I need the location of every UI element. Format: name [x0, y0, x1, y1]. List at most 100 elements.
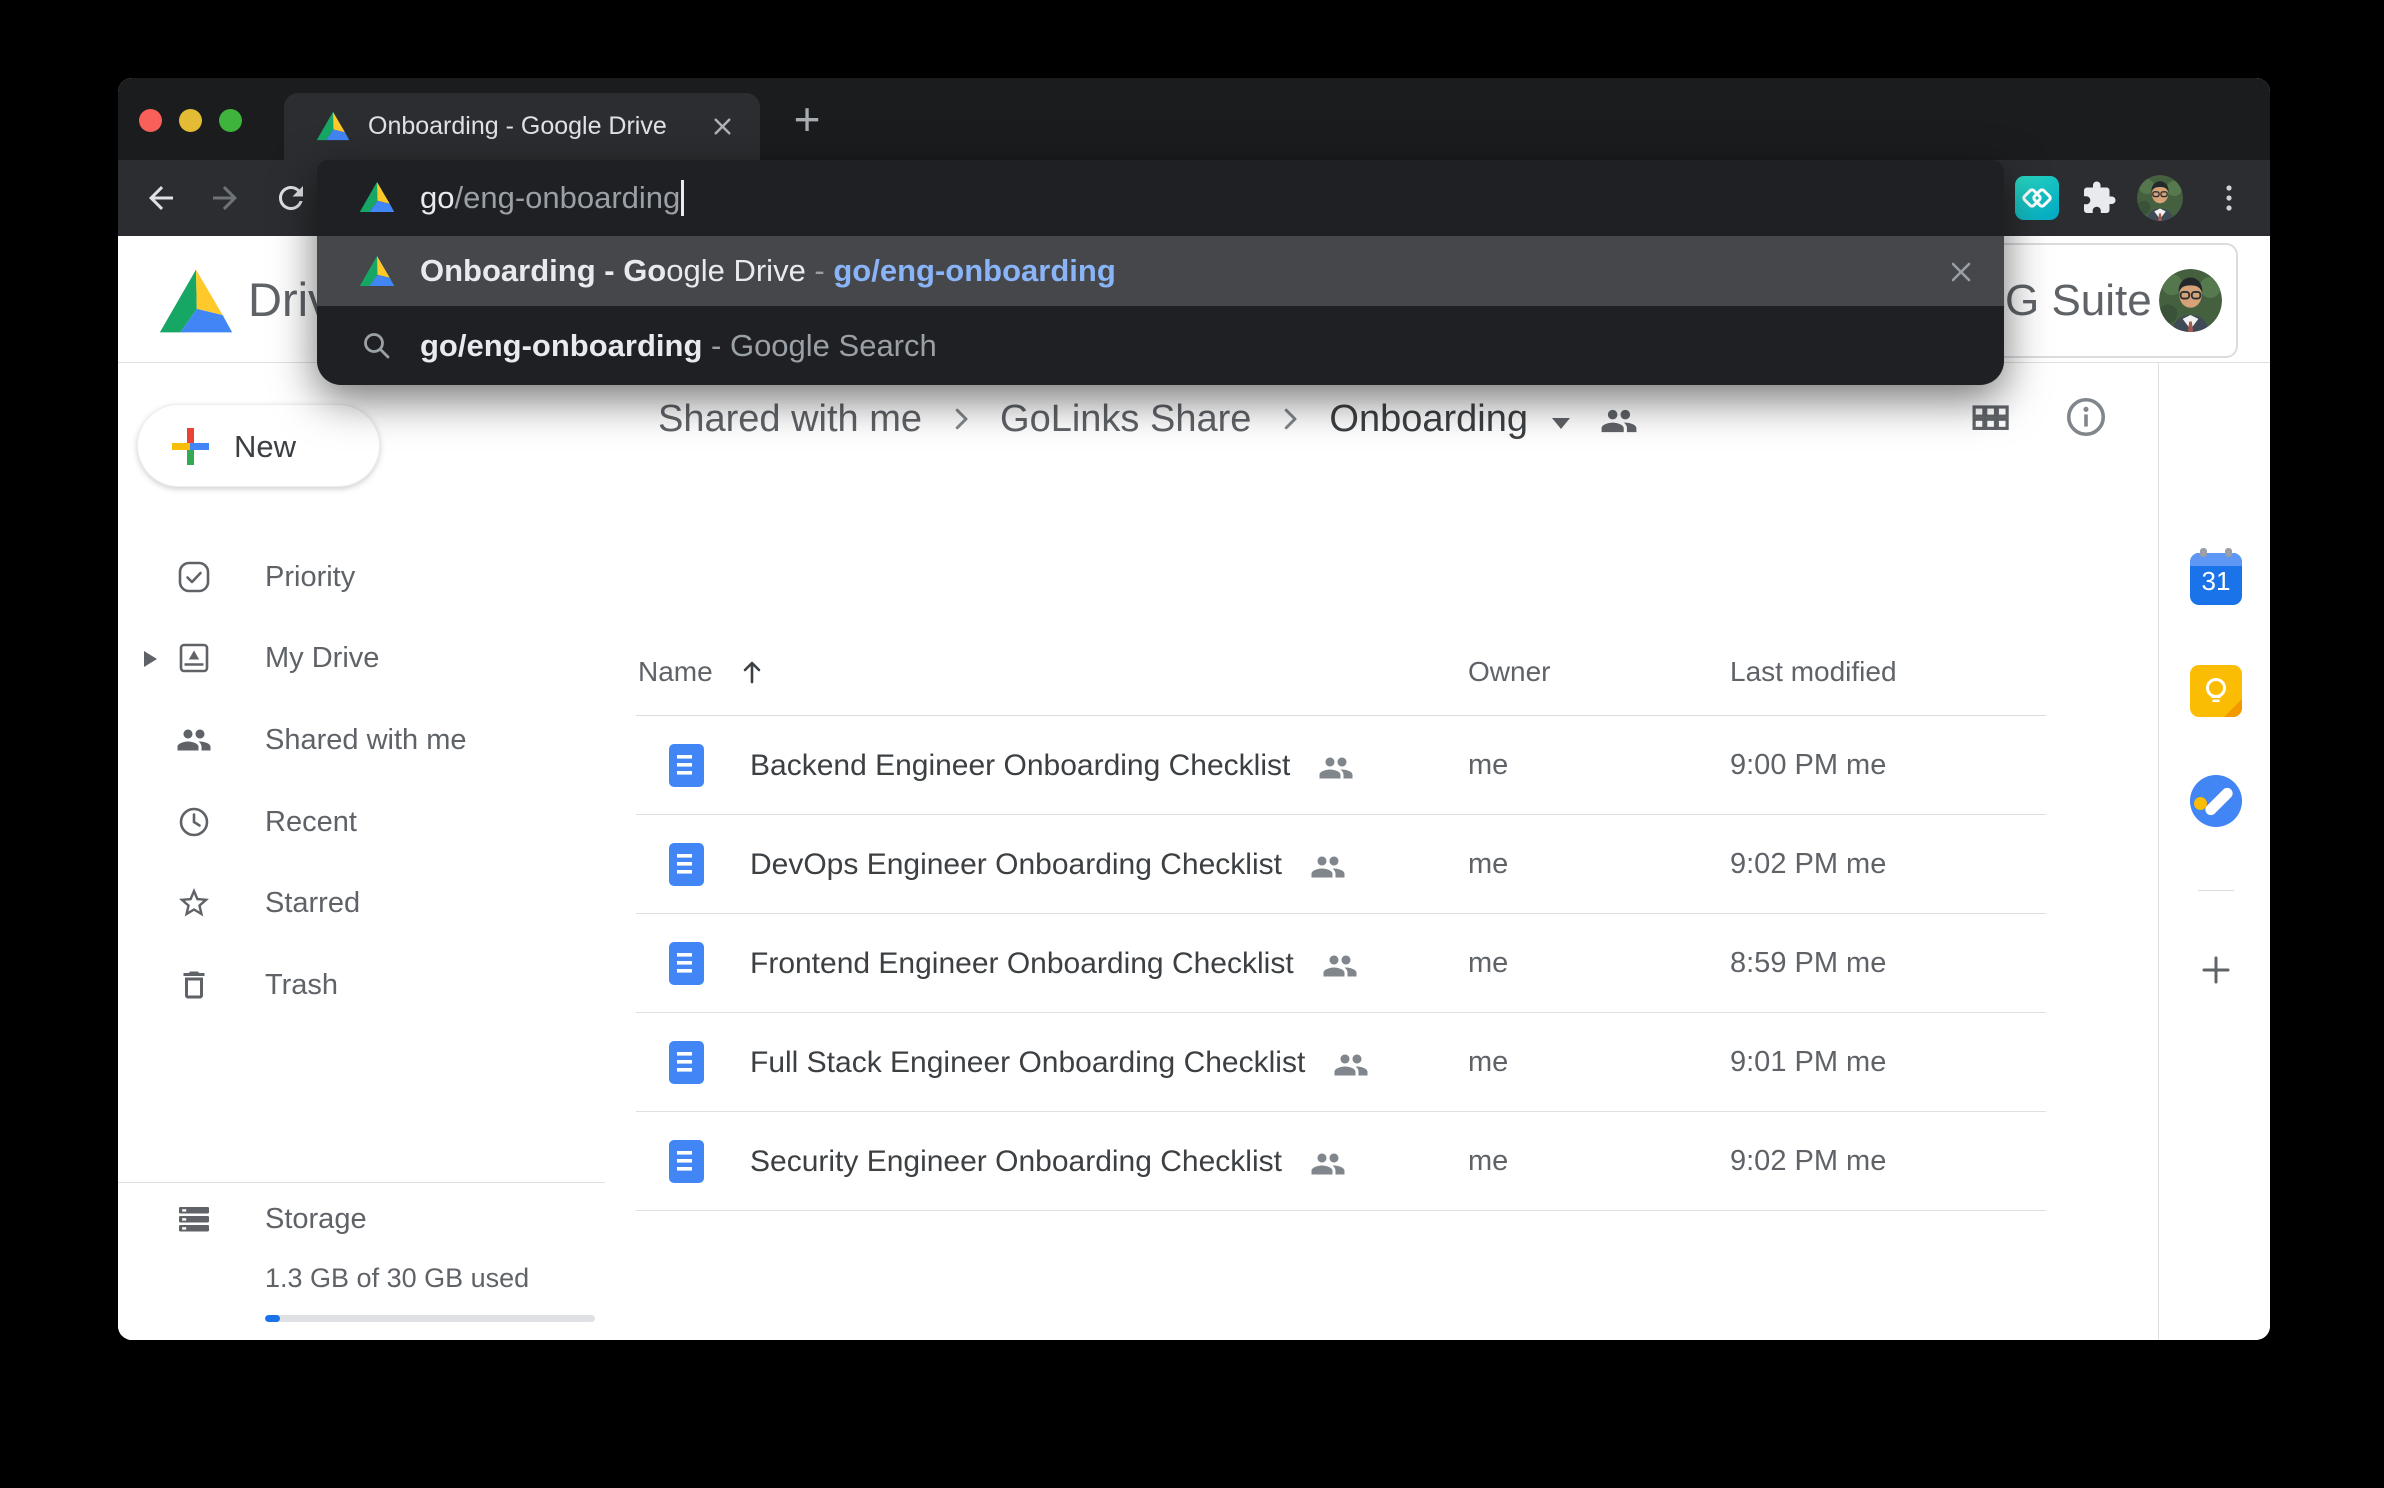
omnibox-input[interactable]: go/eng-onboarding: [420, 160, 684, 236]
drive-sidebar: New Priority My Drive: [118, 363, 605, 1340]
sidebar-item-trash[interactable]: Trash: [118, 952, 605, 1018]
close-window-button[interactable]: [139, 109, 162, 132]
remove-suggestion-icon[interactable]: [1944, 255, 1978, 289]
browser-menu-icon[interactable]: [2216, 180, 2242, 216]
clock-icon: [176, 804, 212, 840]
sidebar-item-starred[interactable]: Starred: [118, 870, 605, 936]
forward-icon[interactable]: [207, 180, 243, 216]
file-owner: me: [1468, 914, 1508, 1013]
drive-page: Drive G Suite New: [118, 236, 2270, 1340]
search-icon: [359, 328, 395, 364]
suggestion-title-rest: ogle Drive: [666, 253, 806, 289]
drive-favicon-icon: [316, 111, 350, 141]
suggestion-url: go/eng-onboarding: [833, 253, 1115, 289]
file-modified: 9:02 PM me: [1730, 815, 1886, 914]
rail-divider: [2198, 890, 2234, 891]
suggestion-query: go/eng-onboarding: [420, 328, 702, 364]
file-row[interactable]: Full Stack Engineer Onboarding Checklist…: [636, 1013, 2046, 1112]
reload-icon[interactable]: [273, 180, 309, 216]
golinks-extension-icon[interactable]: [2015, 176, 2059, 220]
suggestion-drive-result[interactable]: Onboarding - Google Drive - go/eng-onboa…: [317, 236, 2004, 306]
omnibox[interactable]: go/eng-onboarding: [317, 160, 2004, 236]
browser-tab[interactable]: Onboarding - Google Drive: [284, 93, 760, 160]
file-owner: me: [1468, 1013, 1508, 1112]
file-row[interactable]: Frontend Engineer Onboarding Checklist m…: [636, 914, 2046, 1013]
shared-indicator-icon: [1310, 1146, 1346, 1182]
shared-indicator-icon: [1322, 948, 1358, 984]
drive-logo-icon[interactable]: [158, 268, 234, 334]
sidebar-item-label: Recent: [265, 789, 357, 855]
my-drive-icon: [176, 640, 212, 676]
sidebar-item-shared-with-me[interactable]: Shared with me: [118, 707, 605, 773]
new-tab-button[interactable]: +: [782, 88, 832, 150]
info-icon[interactable]: [2063, 394, 2109, 440]
file-list: Name Owner Last modified Backend Enginee…: [636, 363, 2046, 1213]
file-name: Frontend Engineer Onboarding Checklist: [750, 947, 1294, 981]
google-docs-icon: [669, 942, 704, 985]
suggestion-engine: Google Search: [730, 328, 937, 364]
sidebar-item-label: Shared with me: [265, 707, 467, 773]
column-header-modified[interactable]: Last modified: [1730, 628, 1897, 716]
storage-usage-text: 1.3 GB of 30 GB used: [265, 1263, 529, 1294]
file-owner: me: [1468, 1112, 1508, 1211]
sidebar-item-recent[interactable]: Recent: [118, 789, 605, 855]
google-docs-icon: [669, 843, 704, 886]
file-name: DevOps Engineer Onboarding Checklist: [750, 848, 1282, 882]
tab-close-icon[interactable]: [709, 113, 736, 140]
new-button-label: New: [234, 405, 296, 488]
suggestion-google-search[interactable]: go/eng-onboarding - Google Search: [317, 306, 2004, 385]
file-owner: me: [1468, 815, 1508, 914]
text-caret: [681, 180, 684, 216]
file-modified: 9:01 PM me: [1730, 1013, 1886, 1112]
shared-people-icon: [176, 722, 212, 758]
keep-icon[interactable]: [2190, 665, 2242, 717]
gsuite-label: G Suite: [2005, 245, 2152, 356]
sort-ascending-icon[interactable]: [736, 656, 768, 688]
browser-window: Onboarding - Google Drive +: [118, 78, 2270, 1340]
file-modified: 8:59 PM me: [1730, 914, 1886, 1013]
column-header-owner[interactable]: Owner: [1468, 628, 1550, 716]
add-addon-plus-icon[interactable]: [2196, 950, 2236, 990]
sidebar-item-label: Priority: [265, 544, 355, 610]
file-modified: 9:00 PM me: [1730, 716, 1886, 815]
google-docs-icon: [669, 744, 704, 787]
file-name: Security Engineer Onboarding Checklist: [750, 1145, 1282, 1179]
file-name: Full Stack Engineer Onboarding Checklist: [750, 1046, 1305, 1080]
zoom-window-button[interactable]: [219, 109, 242, 132]
storage-progress-fill: [265, 1315, 280, 1322]
calendar-icon[interactable]: 31: [2190, 553, 2242, 605]
expand-arrow-icon[interactable]: [144, 651, 157, 667]
sidebar-divider: [118, 1182, 605, 1183]
file-row[interactable]: Security Engineer Onboarding Checklist m…: [636, 1112, 2046, 1211]
column-header-name[interactable]: Name: [638, 628, 713, 716]
tasks-icon[interactable]: [2190, 775, 2242, 827]
new-button[interactable]: New: [137, 404, 380, 487]
suggestion-title-match: Onboarding - Go: [420, 253, 666, 289]
file-row[interactable]: DevOps Engineer Onboarding Checklist me …: [636, 815, 2046, 914]
tab-title: Onboarding - Google Drive: [368, 93, 667, 160]
desktop: Onboarding - Google Drive +: [0, 0, 2384, 1488]
file-modified: 9:02 PM me: [1730, 1112, 1886, 1211]
file-row[interactable]: Backend Engineer Onboarding Checklist me…: [636, 716, 2046, 815]
sidebar-item-my-drive[interactable]: My Drive: [118, 625, 605, 691]
table-header: Name Owner Last modified: [636, 628, 2046, 716]
omnibox-dropdown: go/eng-onboarding Onboarding - Google Dr…: [317, 160, 2004, 385]
sidebar-item-label: Starred: [265, 870, 360, 936]
shared-indicator-icon: [1333, 1047, 1369, 1083]
shared-indicator-icon: [1318, 750, 1354, 786]
extensions-puzzle-icon[interactable]: [2081, 180, 2117, 216]
back-icon[interactable]: [143, 180, 179, 216]
sidebar-item-priority[interactable]: Priority: [118, 544, 605, 610]
multicolor-plus-icon: [170, 426, 211, 467]
file-owner: me: [1468, 716, 1508, 815]
storage-progress: [265, 1315, 595, 1322]
star-icon: [176, 885, 212, 921]
storage-icon: [176, 1201, 212, 1237]
shared-indicator-icon: [1310, 849, 1346, 885]
account-avatar[interactable]: [2159, 269, 2222, 332]
gsuite-account-box: G Suite: [1985, 243, 2238, 358]
sidebar-item-storage[interactable]: Storage: [118, 1186, 605, 1252]
browser-profile-avatar[interactable]: [2137, 175, 2183, 221]
minimize-window-button[interactable]: [179, 109, 202, 132]
apps-side-rail: 31: [2158, 363, 2270, 1340]
